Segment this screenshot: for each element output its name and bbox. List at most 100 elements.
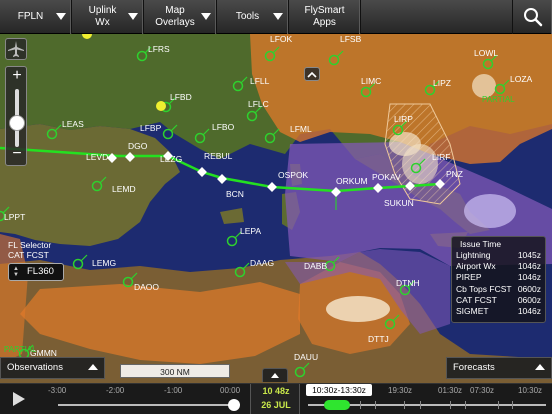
chevron-down-icon <box>201 13 211 20</box>
forecast-time-thumb[interactable] <box>324 400 350 410</box>
forecast-tick-mark <box>404 401 405 409</box>
forecast-tick-mark <box>375 401 376 409</box>
fl-selector: FL Selector CAT FCST ▲ ▼ FL360 <box>8 240 68 286</box>
issue-time-label: PIREP <box>456 272 482 283</box>
bottom-panel-toggle[interactable] <box>262 368 288 382</box>
observations-button[interactable]: Observations <box>0 357 105 379</box>
airplane-center-button[interactable] <box>5 38 27 60</box>
weather-map[interactable]: LEVD DGO LEZG REBUL BCN OSPOK ORKUM POKAV SUKUN P… <box>0 34 552 384</box>
waypoint-label: OSPOK <box>278 170 309 180</box>
airport-label: LIMC <box>361 76 381 86</box>
chevron-up-icon <box>271 373 279 378</box>
forecast-tick: 01:30z <box>438 386 463 395</box>
timeline-bar: -3:00 -2:00 -1:00 00:00 10 48z 26 JUL 10… <box>0 383 552 414</box>
play-icon <box>13 392 25 406</box>
issue-time-panel: Issue Time Lightning 1045z Airport Wx 1046z… <box>451 236 546 323</box>
forecast-tick-mark <box>465 401 466 409</box>
airplane-icon <box>8 41 24 57</box>
airport-label: LEPA <box>240 226 261 236</box>
chevron-up-icon <box>88 364 98 370</box>
airport-label: DABB <box>304 261 327 271</box>
lightning-marker <box>156 101 166 111</box>
airport-label: DTNH <box>396 278 420 288</box>
forecast-range: 10:30z-13:30z <box>306 384 372 396</box>
search-button[interactable] <box>512 0 552 34</box>
past-tick: 00:00 <box>220 386 241 395</box>
observation-time-thumb[interactable] <box>228 399 240 411</box>
observation-time-track[interactable] <box>58 404 236 406</box>
forecast-tick-mark <box>450 401 451 409</box>
airport-label: LFLC <box>248 99 269 109</box>
forecasts-label: Forecasts <box>453 362 495 373</box>
chevron-down-icon <box>273 13 283 20</box>
issue-time-value: 0600z <box>517 283 541 294</box>
airport-label: LEMG <box>92 258 116 268</box>
waypoint-label: REBUL <box>204 151 233 161</box>
waypoint-label: POKAV <box>372 172 401 182</box>
airport-label: LFBO <box>212 122 235 132</box>
issue-time-row: Lightning 1045z <box>456 250 541 261</box>
airport-label: DTTJ <box>368 334 389 344</box>
issue-time-label: SIGMET <box>456 306 489 317</box>
partial-label: PARTIAL <box>4 345 37 354</box>
issue-time-value: 1046z <box>517 272 541 283</box>
forecasts-button[interactable]: Forecasts <box>446 357 552 379</box>
waypoint-label: SUKUN <box>384 198 414 208</box>
stepper-arrows-icon: ▲ ▼ <box>13 266 19 278</box>
airport-label: DAAG <box>250 258 274 268</box>
current-time: 10 48z 26 JUL <box>250 384 300 414</box>
zoom-out-button[interactable]: − <box>6 145 28 165</box>
zoom-thumb[interactable] <box>9 115 25 131</box>
past-tick: -2:00 <box>106 386 125 395</box>
past-tick: -1:00 <box>164 386 183 395</box>
past-tick: -3:00 <box>48 386 67 395</box>
forecast-tick: 10:30z <box>518 386 543 395</box>
airport-label: LFML <box>290 124 312 134</box>
fl-selector-subtitle: CAT FCST <box>8 250 49 260</box>
airport-label: LPPT <box>4 212 25 222</box>
search-icon <box>523 8 542 27</box>
forecast-tick-mark <box>420 401 421 409</box>
forecast-tick: 07:30z <box>470 386 495 395</box>
airport-label: LIPZ <box>433 78 451 88</box>
uplink-wx-label: Uplink Wx <box>88 5 117 28</box>
observations-label: Observations <box>7 362 63 373</box>
airport-label: DAUU <box>294 352 318 362</box>
waypoint-label: PNZ <box>446 169 463 179</box>
chevron-down-icon <box>56 13 66 20</box>
airport-label: LFBP <box>140 123 162 133</box>
issue-time-label: Airport Wx <box>456 261 496 272</box>
forecast-tick-mark <box>360 401 361 409</box>
chevron-up-icon <box>535 364 545 370</box>
current-date-value: 26 JUL <box>261 400 291 410</box>
fl-selector-title: FL Selector <box>8 240 52 250</box>
fpln-button[interactable]: FPLN <box>0 0 72 34</box>
partial-label: PARTIAL <box>482 95 515 104</box>
airport-label: LOWL <box>474 48 498 58</box>
map-overlays-button[interactable]: Map Overlays <box>144 0 217 34</box>
airport-label: LFRS <box>148 44 170 54</box>
chevron-up-icon <box>307 71 317 78</box>
tools-button[interactable]: Tools <box>217 0 289 34</box>
issue-time-label: CAT FCST <box>456 294 497 305</box>
airport-label: LOZA <box>510 74 533 84</box>
flight-level-stepper[interactable]: ▲ ▼ FL360 <box>8 263 64 281</box>
uplink-wx-button[interactable]: Uplink Wx <box>72 0 144 34</box>
play-button[interactable] <box>4 387 34 412</box>
issue-time-value: 1045z <box>517 250 541 260</box>
issue-time-row: PIREP 1046z <box>456 272 541 283</box>
issue-time-row: Cb Tops FCST 0600z <box>456 284 541 295</box>
issue-time-label: Lightning <box>456 250 491 260</box>
issue-time-value: 1046z <box>517 261 541 272</box>
waypoint-label: BCN <box>226 189 244 199</box>
collapse-panel-button[interactable] <box>304 67 320 81</box>
forecast-tick-mark <box>512 401 513 409</box>
tools-label: Tools <box>235 11 260 22</box>
issue-time-value: 0600z <box>517 294 541 305</box>
flysmart-apps-button[interactable]: FlySmart Apps <box>289 0 361 34</box>
airport-label: LIRF <box>432 152 450 162</box>
airport-label: LFLL <box>250 76 270 86</box>
zoom-in-button[interactable]: + <box>6 67 28 87</box>
issue-time-title: Issue Time <box>460 239 502 249</box>
map-overlays-label: Map Overlays <box>155 5 195 28</box>
